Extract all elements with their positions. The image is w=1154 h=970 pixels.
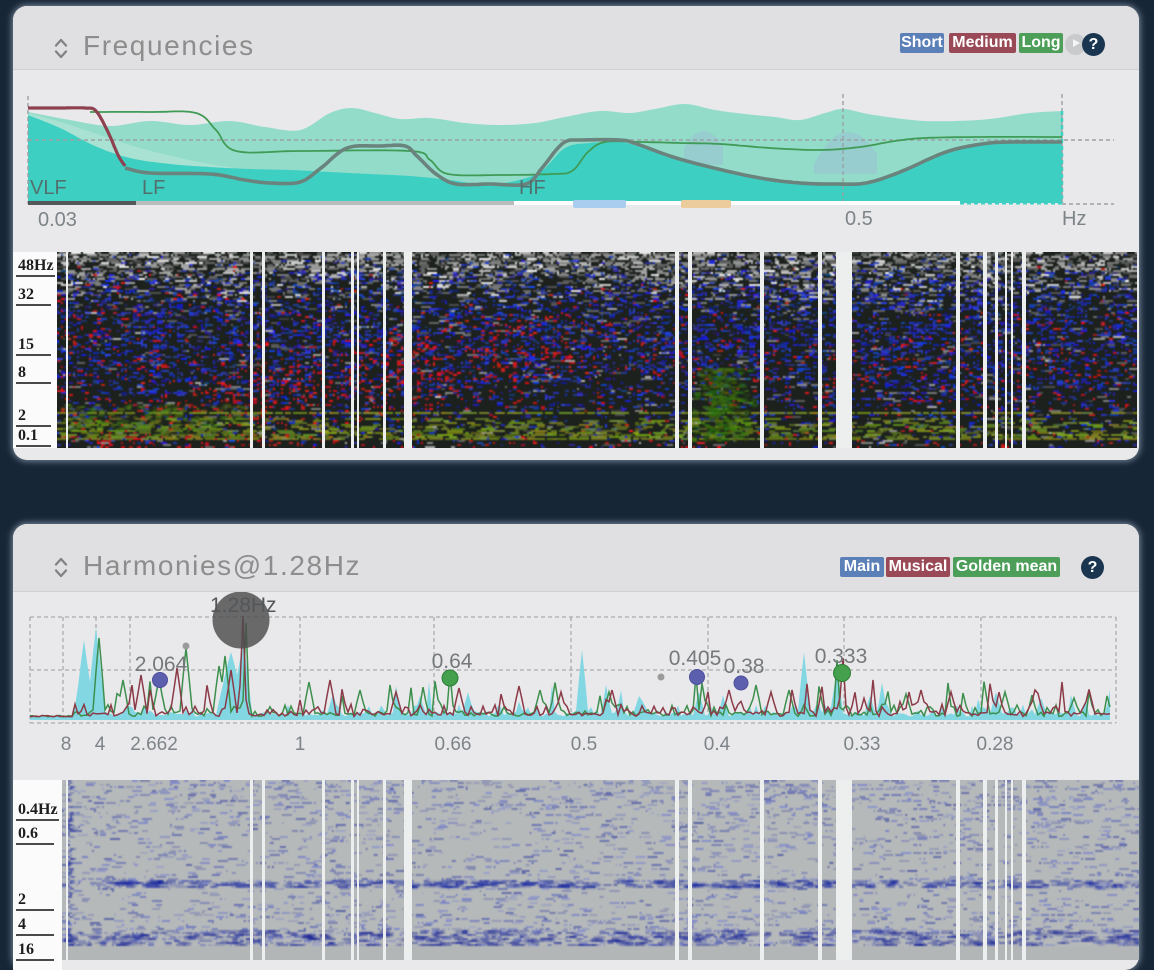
svg-text:4: 4 xyxy=(95,734,106,755)
svg-text:0.28: 0.28 xyxy=(977,734,1014,755)
svg-text:1: 1 xyxy=(295,734,306,755)
svg-text:0.4: 0.4 xyxy=(704,734,731,755)
svg-text:0.5: 0.5 xyxy=(571,734,597,755)
svg-text:0.64: 0.64 xyxy=(432,650,473,673)
svg-text:0.33: 0.33 xyxy=(844,734,881,755)
svg-text:2.662: 2.662 xyxy=(130,734,178,755)
svg-text:0.38: 0.38 xyxy=(724,655,765,678)
svg-text:2.064: 2.064 xyxy=(135,653,188,676)
svg-text:0.333: 0.333 xyxy=(815,645,868,668)
svg-text:HF: HF xyxy=(519,177,546,199)
svg-text:0.405: 0.405 xyxy=(669,647,722,670)
svg-text:Hz: Hz xyxy=(1062,208,1086,230)
svg-text:0.03: 0.03 xyxy=(38,209,77,231)
svg-text:0.5: 0.5 xyxy=(845,208,873,230)
svg-text:8: 8 xyxy=(61,734,72,755)
svg-text:0.66: 0.66 xyxy=(435,734,472,755)
svg-text:LF: LF xyxy=(142,177,165,199)
svg-text:VLF: VLF xyxy=(30,177,67,199)
svg-text:1.28Hz: 1.28Hz xyxy=(210,594,277,617)
